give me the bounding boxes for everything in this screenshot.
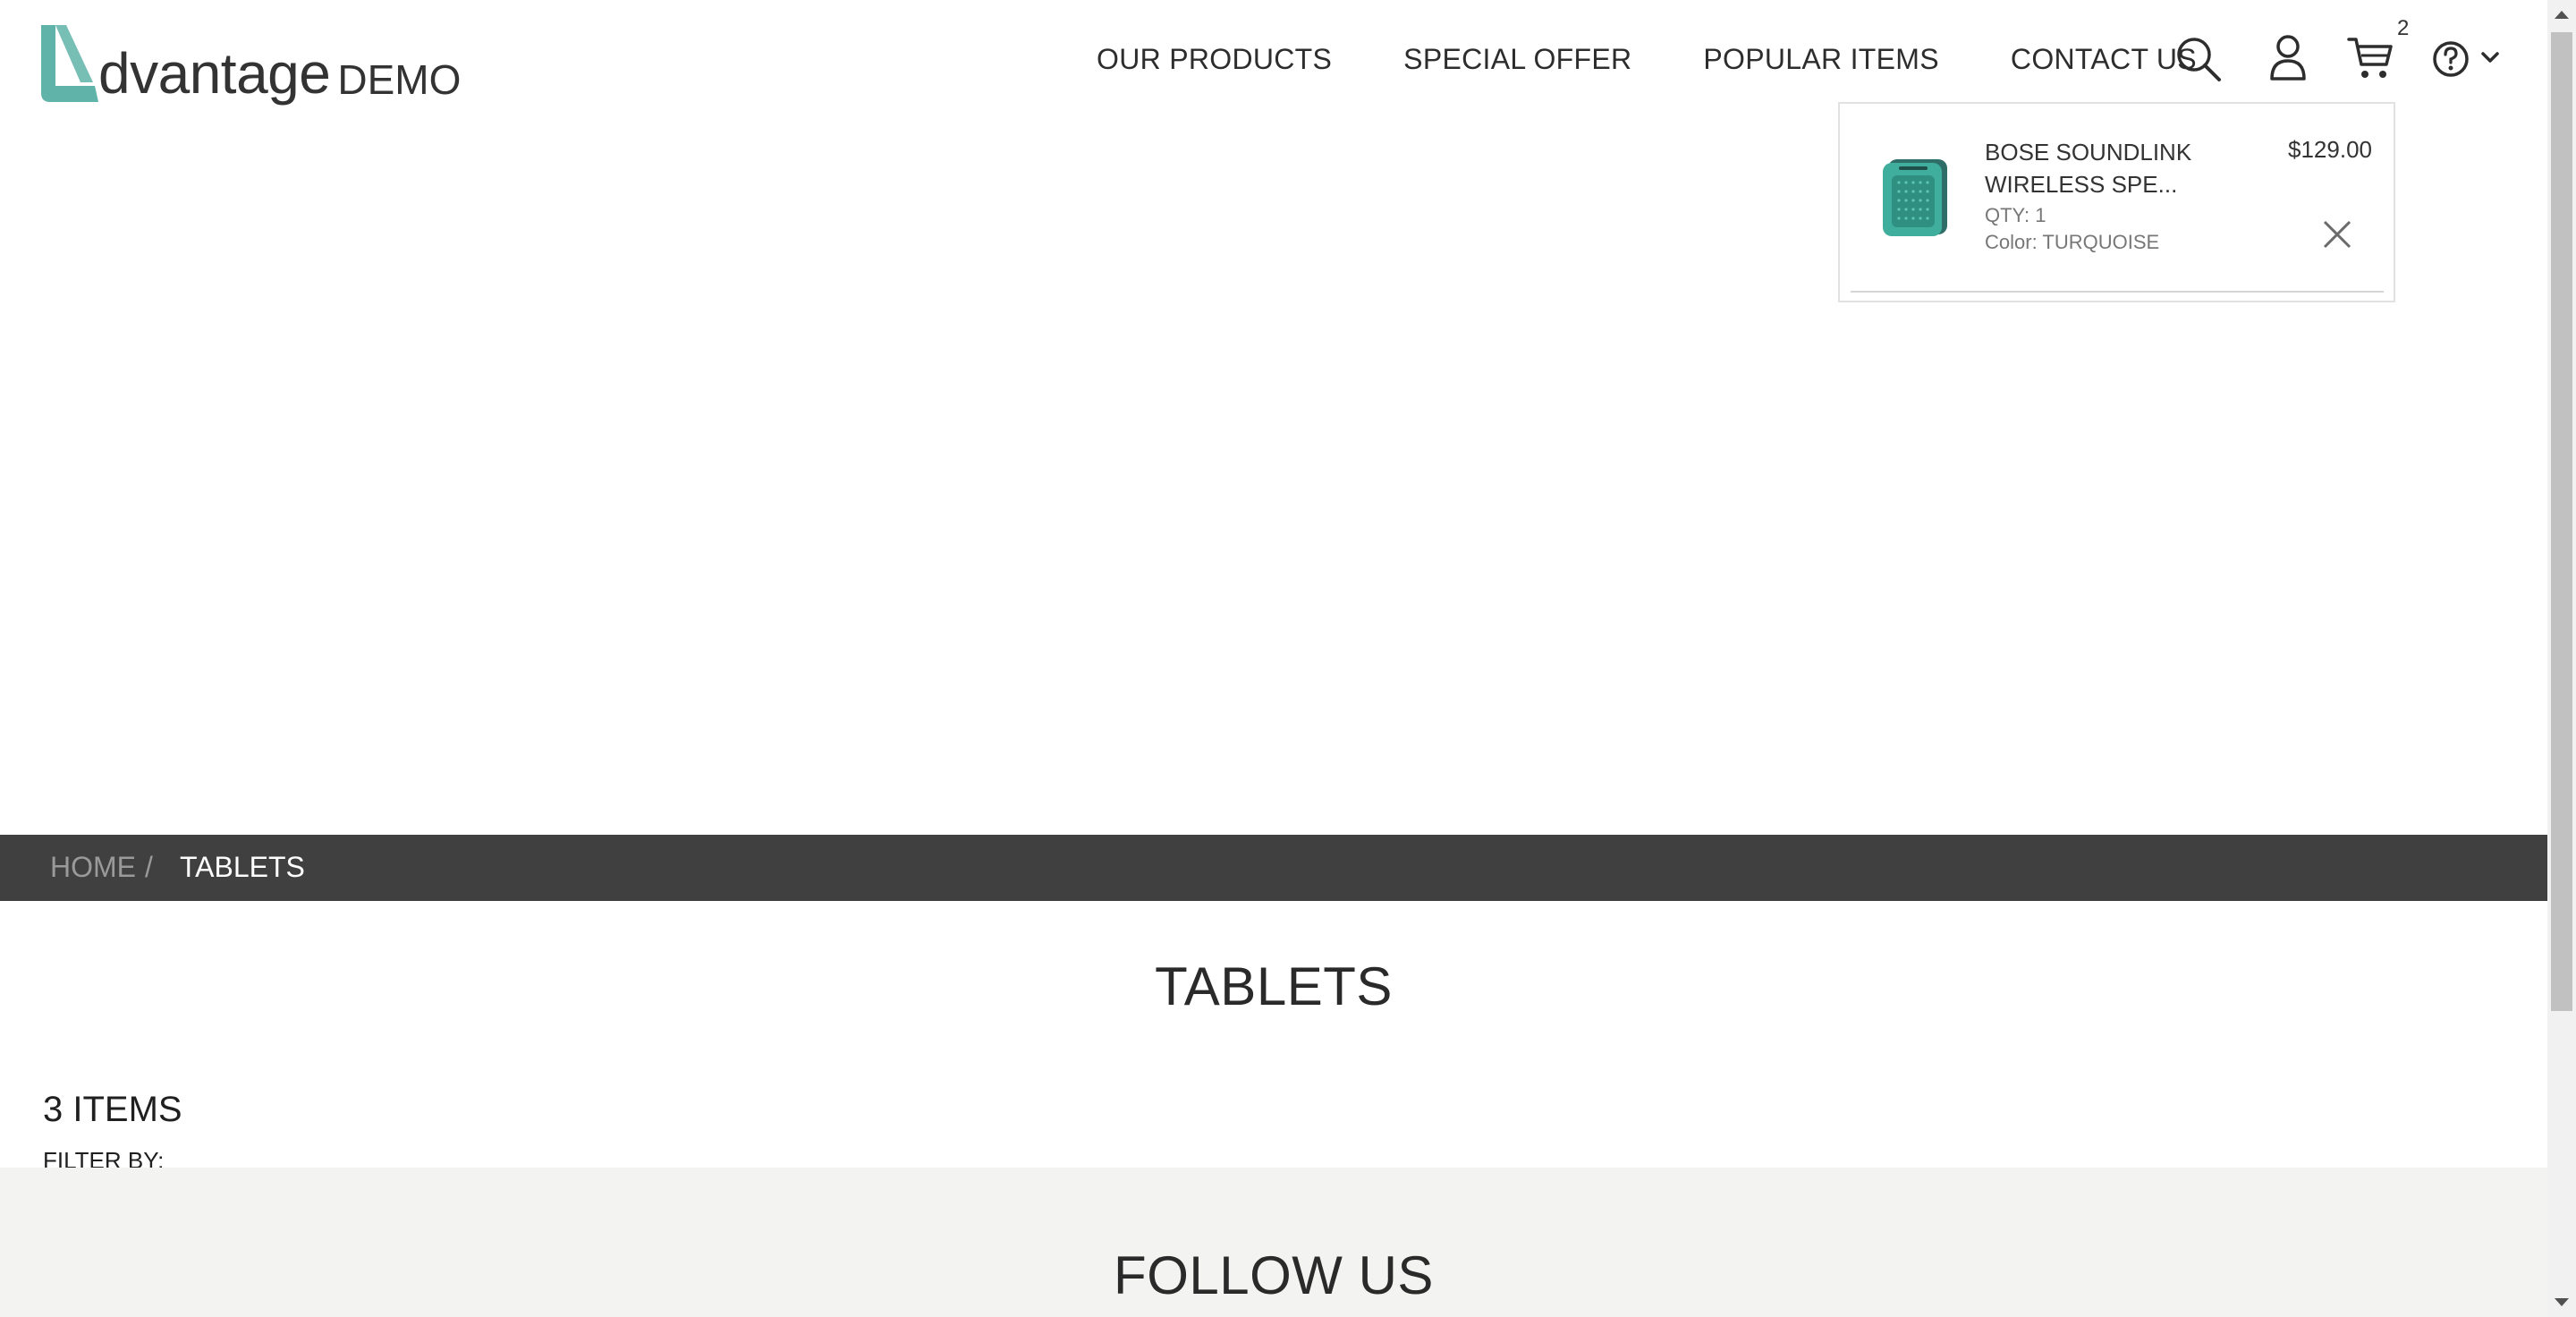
- logo-suffix: DEMO: [337, 56, 462, 103]
- scroll-up-arrow-icon[interactable]: [2555, 11, 2569, 19]
- logo-mark-icon: [41, 25, 98, 102]
- nav-our-products[interactable]: OUR PRODUCTS: [1097, 43, 1332, 76]
- cart-item-qty: QTY: 1: [1985, 204, 2046, 226]
- help-icon: [2433, 41, 2499, 77]
- breadcrumb-separator: /: [145, 851, 153, 883]
- user-button[interactable]: [2268, 34, 2308, 81]
- nav-special-offer[interactable]: SPECIAL OFFER: [1403, 43, 1631, 76]
- breadcrumb: HOME / TABLETS: [0, 835, 2547, 901]
- main-nav: OUR PRODUCTS SPECIAL OFFER POPULAR ITEMS…: [1097, 36, 2197, 82]
- cart-button[interactable]: [2347, 36, 2394, 81]
- scrollbar-thumb[interactable]: [2551, 32, 2572, 1011]
- cart-item-name[interactable]: BOSE SOUNDLINK WIRELESS SPE...: [1985, 136, 2226, 200]
- page-title: TABLETS: [1155, 956, 1393, 1016]
- remove-item-icon[interactable]: [2321, 218, 2353, 251]
- logo-word: dvantage: [98, 41, 331, 106]
- site-header: dvantage DEMO OUR PRODUCTS SPECIAL OFFER…: [0, 0, 2547, 116]
- nav-contact-us[interactable]: CONTACT US: [2011, 43, 2197, 76]
- page: dvantage DEMO OUR PRODUCTS SPECIAL OFFER…: [0, 0, 2547, 1317]
- help-menu-button[interactable]: [2433, 39, 2508, 79]
- user-icon: [2270, 35, 2306, 81]
- cart-count-badge: 2: [2397, 16, 2410, 40]
- follow-us-section: FOLLOW US: [0, 1168, 2547, 1317]
- search-button[interactable]: [2175, 36, 2222, 82]
- product-thumbnail[interactable]: [1876, 150, 1956, 240]
- mini-cart-divider: [1851, 291, 2384, 293]
- items-count: 3 ITEMS: [43, 1090, 182, 1129]
- breadcrumb-home[interactable]: HOME: [50, 851, 136, 884]
- scroll-down-arrow-icon[interactable]: [2555, 1298, 2569, 1306]
- follow-us-title: FOLLOW US: [1114, 1245, 1434, 1305]
- search-icon: [2177, 38, 2221, 81]
- cart-item-price: $129.00: [2288, 136, 2372, 163]
- mini-cart-dropdown: BOSE SOUNDLINK WIRELESS SPE... QTY: 1 Co…: [1838, 102, 2395, 302]
- breadcrumb-current: TABLETS: [180, 851, 305, 883]
- cart-icon: [2347, 38, 2393, 78]
- cart-item-color: Color: TURQUOISE: [1985, 231, 2160, 253]
- nav-popular-items[interactable]: POPULAR ITEMS: [1703, 43, 1939, 76]
- page-scrollbar[interactable]: [2547, 0, 2576, 1317]
- logo[interactable]: dvantage DEMO: [39, 16, 461, 106]
